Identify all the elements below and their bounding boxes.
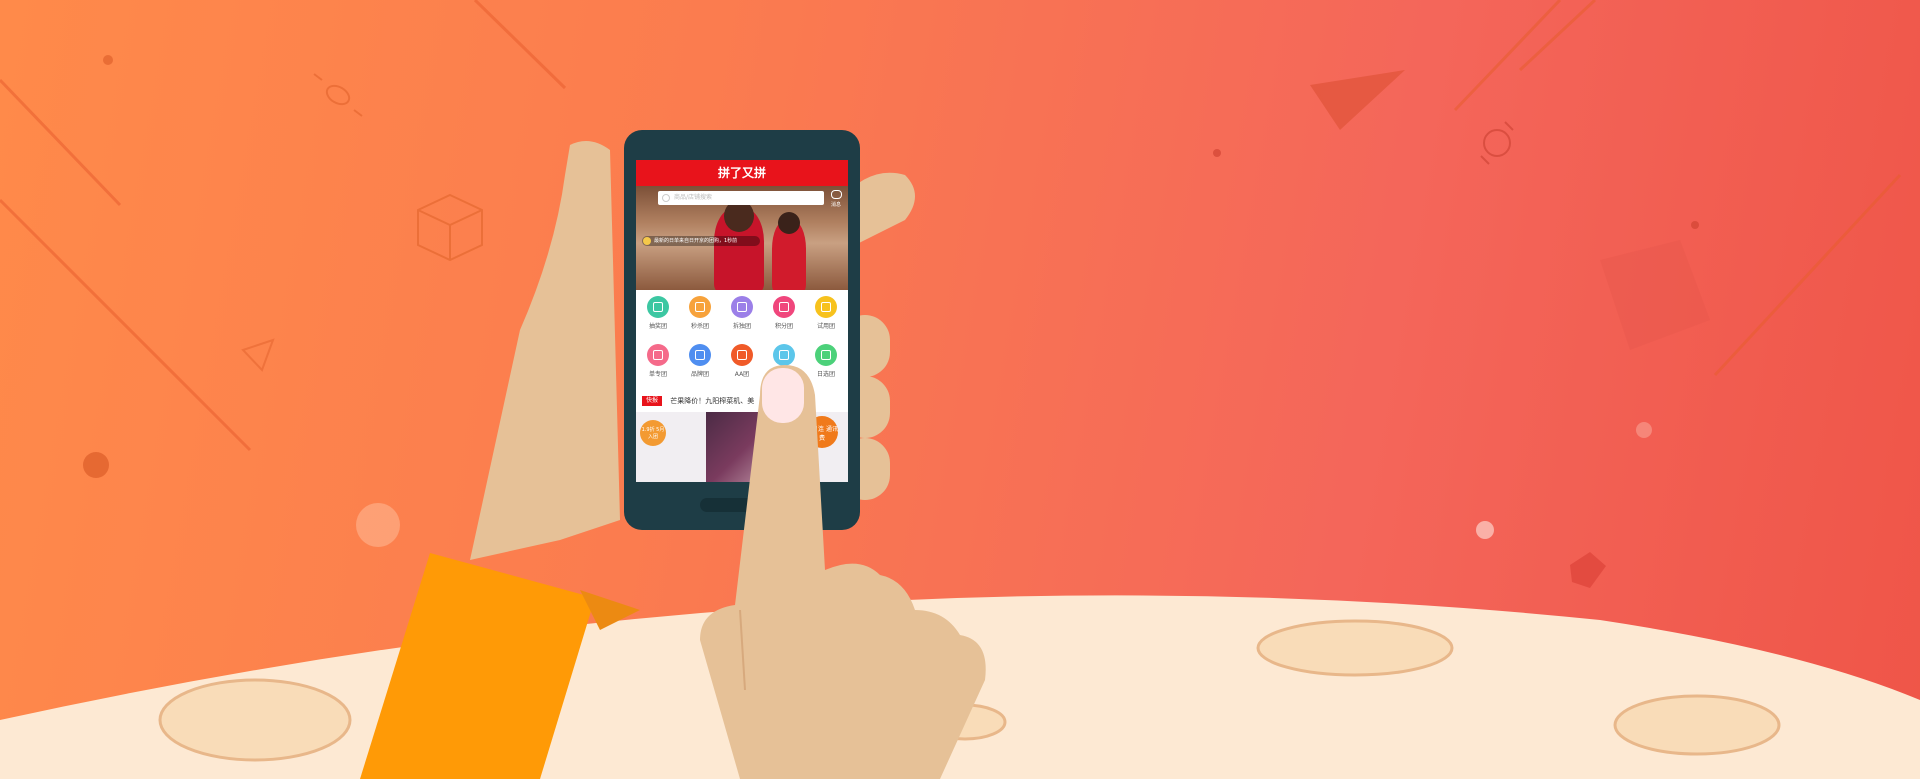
fingernail xyxy=(762,368,804,423)
pointing-hand xyxy=(700,365,986,779)
